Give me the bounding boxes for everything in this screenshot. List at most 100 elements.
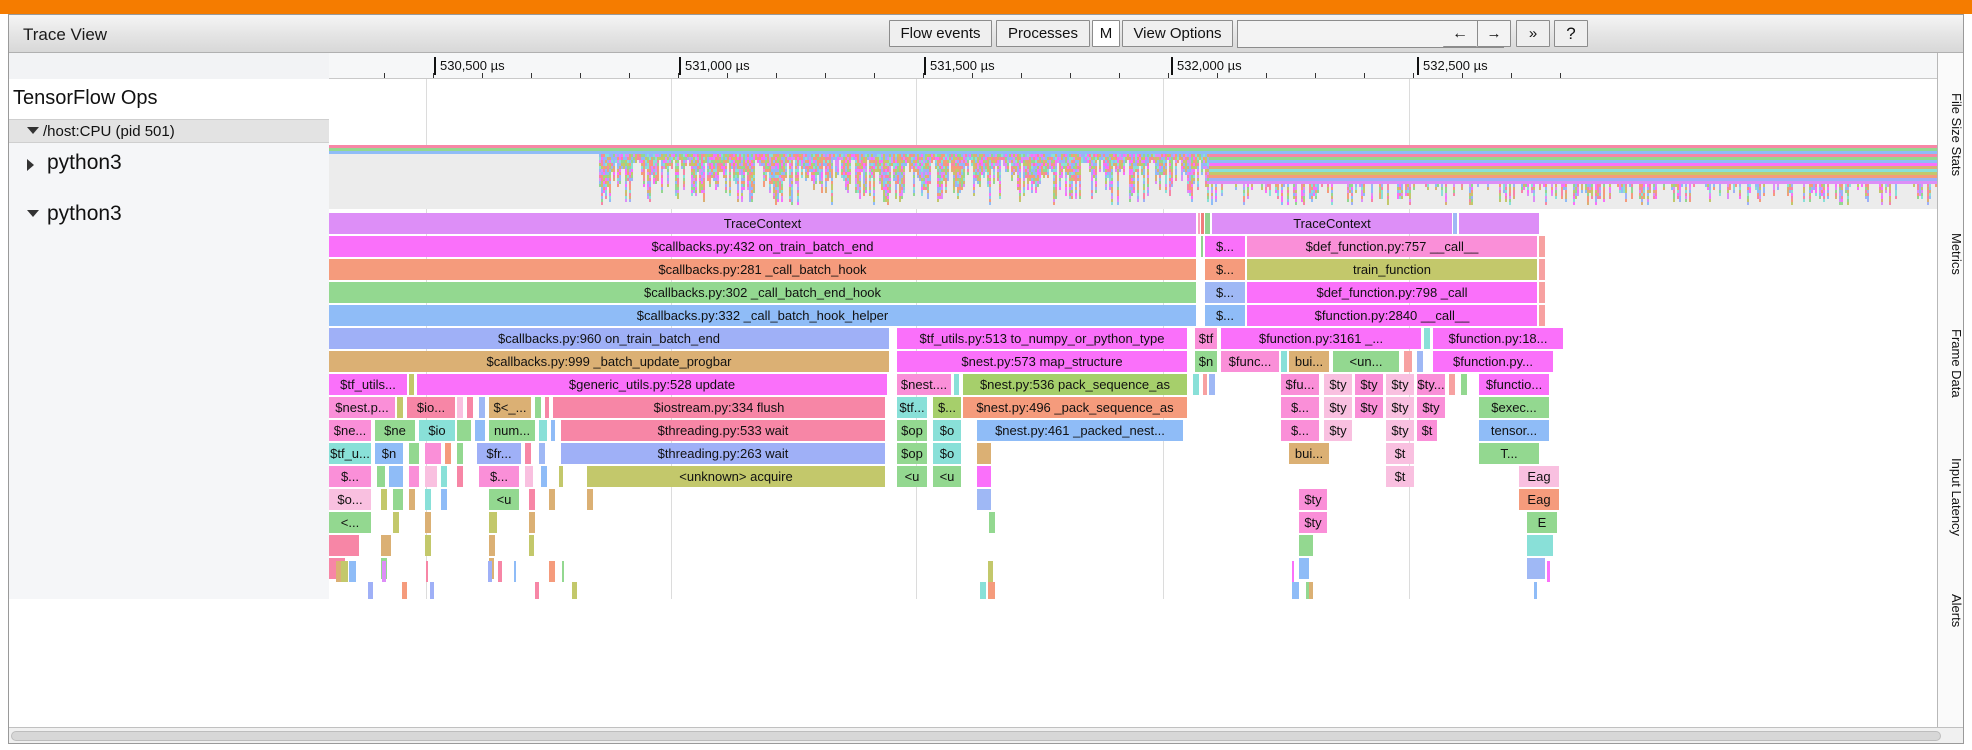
ruler-minor-tick <box>1168 73 1169 78</box>
ruler-minor-tick <box>1315 73 1316 78</box>
overview-bar <box>1235 187 1237 190</box>
overview-bar <box>1523 187 1525 190</box>
trace-viewer-app: Trace View Flow events Processes M View … <box>0 0 1972 750</box>
overview-bar <box>1095 190 1097 193</box>
overview-bar <box>1581 190 1583 193</box>
overview-bar <box>1027 187 1029 190</box>
overview-bar <box>1401 196 1403 199</box>
overview-bar <box>1565 199 1567 202</box>
ruler-minor-tick <box>1413 73 1414 78</box>
overview-bar <box>963 184 965 187</box>
overview-bar <box>1453 193 1455 196</box>
overview-bar <box>1193 181 1195 184</box>
overview-bar <box>1331 202 1333 205</box>
prev-result-button[interactable]: ← <box>1443 20 1477 47</box>
overview-bar <box>1055 196 1057 199</box>
ruler-tick-label: 532,000 µs <box>1171 57 1242 75</box>
overview-bar <box>667 184 669 187</box>
overview-bar <box>1595 202 1597 205</box>
thread-overview-strip[interactable] <box>329 145 1939 209</box>
overview-bar <box>1059 187 1061 190</box>
overview-bar <box>1441 193 1443 196</box>
overview-bar <box>725 190 727 193</box>
overview-bar <box>979 184 981 187</box>
thread-label: python3 <box>47 151 122 174</box>
overview-bar <box>1303 202 1305 205</box>
overview-bar <box>945 190 947 193</box>
overview-bar <box>889 190 891 193</box>
flame-chart-canvas[interactable]: TraceContext TraceContext $callbacks.py:43… <box>329 79 1939 599</box>
metrics-toggle-button[interactable]: M <box>1092 20 1120 47</box>
overview-bar <box>1295 202 1297 205</box>
overview-bar <box>1347 199 1349 202</box>
overview-bar <box>605 196 607 199</box>
overview-bar <box>1011 178 1013 181</box>
overview-bar <box>1111 202 1113 205</box>
overview-bar <box>1471 202 1473 205</box>
ruler-minor-tick <box>1021 73 1022 78</box>
overview-bar <box>677 196 679 199</box>
overview-bar <box>1603 199 1605 202</box>
ruler-minor-tick <box>1364 73 1365 78</box>
time-ruler[interactable]: 530,500 µs 531,000 µs 531,500 µs 532,000 µs… <box>9 53 1963 79</box>
overview-bar <box>797 202 799 205</box>
overview-bar <box>1575 196 1577 199</box>
flow-events-button[interactable]: Flow events <box>889 20 992 47</box>
overview-bar <box>929 181 931 184</box>
help-button[interactable]: ? <box>1554 20 1588 47</box>
overview-bar <box>1609 196 1611 199</box>
ruler-tick-label: 531,500 µs <box>924 57 995 75</box>
ruler-minor-tick <box>384 73 385 78</box>
overview-bar <box>1327 190 1329 193</box>
overview-bar <box>863 193 865 196</box>
overview-bar <box>905 163 907 166</box>
ruler-minor-tick <box>1119 73 1120 78</box>
view-options-button[interactable]: View Options <box>1122 20 1233 47</box>
overview-bar <box>769 190 771 193</box>
overview-bar <box>1079 196 1081 199</box>
next-result-button[interactable]: → <box>1477 20 1511 47</box>
more-options-button[interactable]: » <box>1516 20 1550 47</box>
overview-bar <box>1461 187 1463 190</box>
overview-bar <box>1351 202 1353 205</box>
thread-label: python3 <box>47 202 122 225</box>
thread-row-python3-expanded[interactable]: python3 <box>9 196 329 236</box>
overview-bar <box>629 199 631 202</box>
overview-bar <box>1551 193 1553 196</box>
overview-bar <box>753 190 755 193</box>
overview-bar <box>831 202 833 205</box>
chevron-down-icon[interactable] <box>27 127 39 134</box>
overview-bar <box>1169 193 1171 196</box>
overview-bar <box>1125 160 1127 163</box>
chevron-right-icon[interactable] <box>27 159 34 171</box>
overview-bar <box>1165 190 1167 193</box>
overview-bar <box>1211 202 1213 205</box>
overview-bar <box>899 199 901 202</box>
overview-bar <box>1149 160 1151 163</box>
overview-bar <box>847 190 849 193</box>
ruler-minor-tick <box>1560 73 1561 78</box>
overview-bar <box>1247 196 1249 199</box>
overview-bar <box>635 160 637 163</box>
overview-bar <box>601 202 603 205</box>
overview-bar <box>989 202 991 205</box>
processes-button[interactable]: Processes <box>996 20 1090 47</box>
overview-bar <box>1221 193 1223 196</box>
overview-bar <box>941 196 943 199</box>
overview-bar <box>1053 202 1055 205</box>
process-label: /host:CPU (pid 501) <box>43 123 175 140</box>
overview-bar <box>913 193 915 196</box>
overview-bar <box>649 199 651 202</box>
overview-bar <box>1509 202 1511 205</box>
overview-bar <box>1435 187 1437 190</box>
ruler-minor-tick <box>678 73 679 78</box>
overview-bar <box>825 190 827 193</box>
thread-row-python3-collapsed[interactable]: python3 <box>9 145 329 185</box>
overview-bar <box>1277 196 1279 199</box>
overview-bar <box>807 175 809 178</box>
overview-bar <box>1065 193 1067 196</box>
chevron-down-icon[interactable] <box>27 210 39 217</box>
overview-bar <box>643 184 645 187</box>
ruler-minor-tick <box>972 73 973 78</box>
overview-bar <box>695 193 697 196</box>
